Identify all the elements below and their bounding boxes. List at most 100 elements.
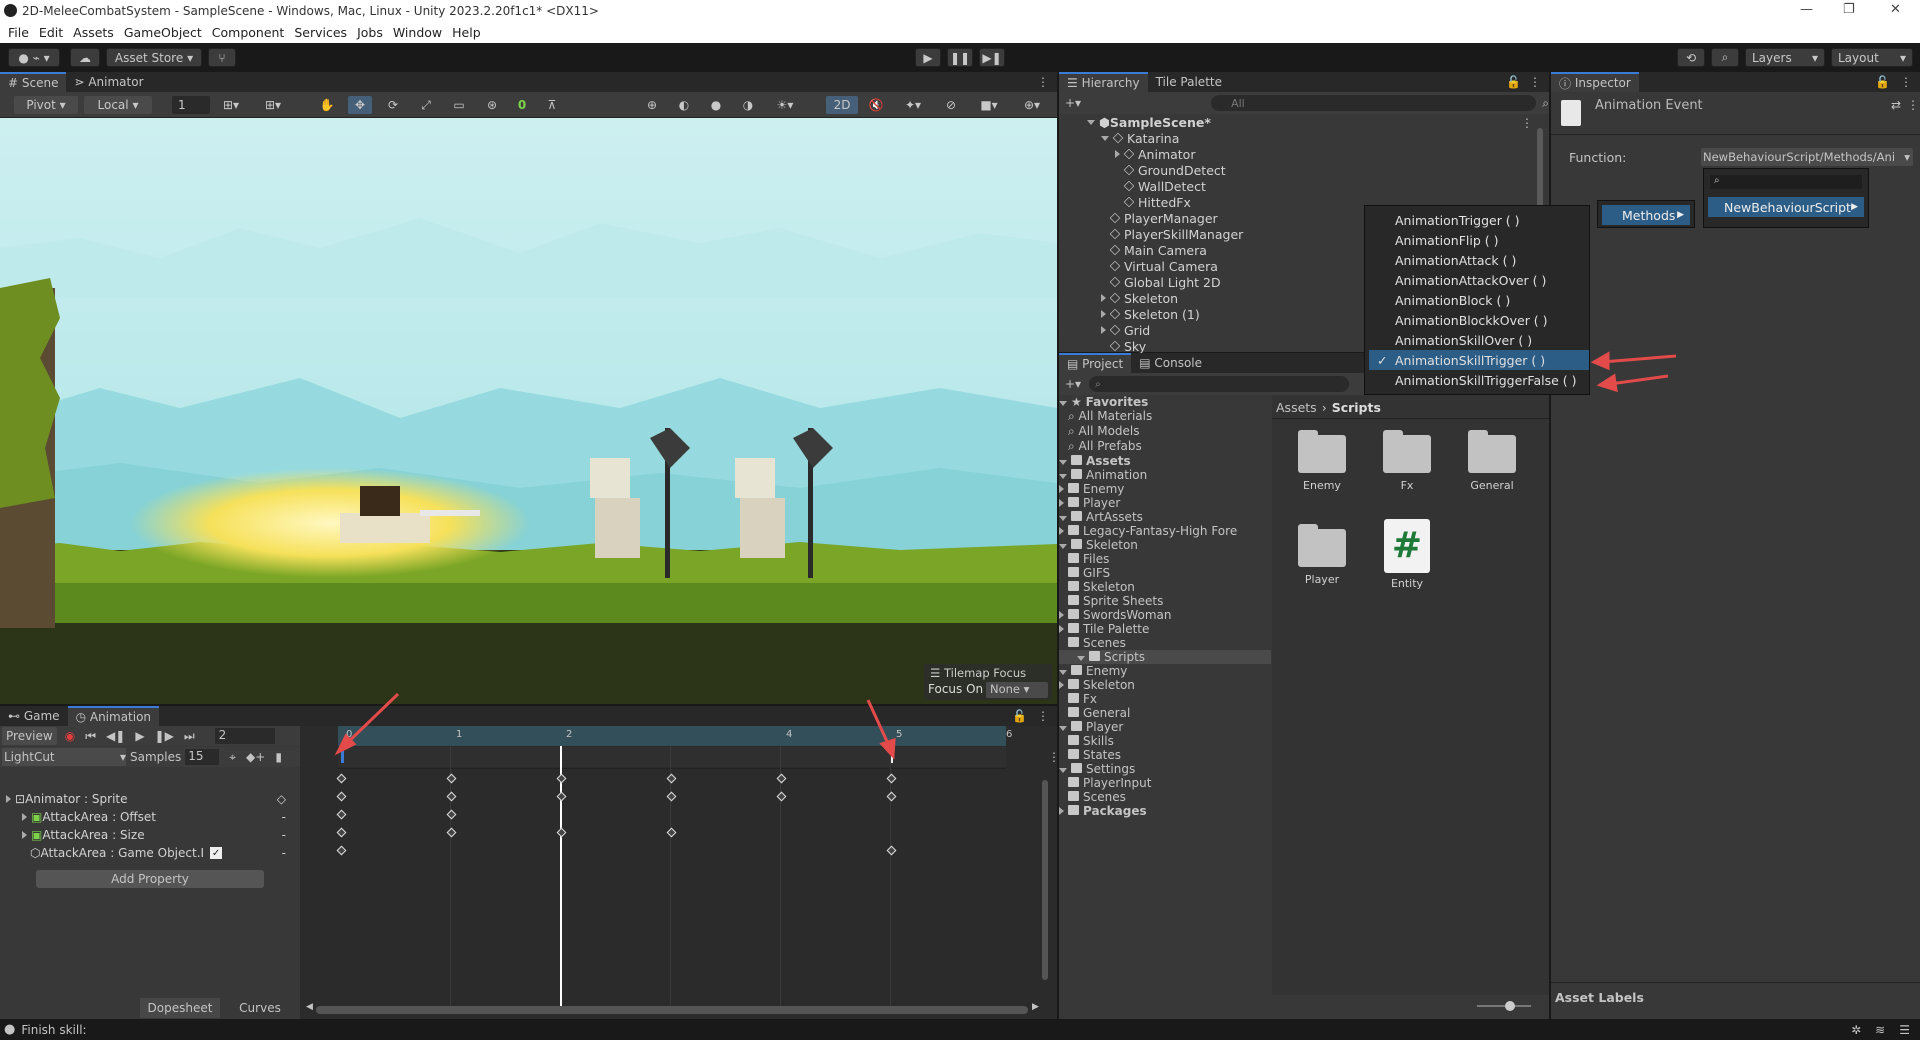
wireframe-mode-icon[interactable]: ◑ — [736, 96, 760, 114]
expand-icon[interactable] — [1059, 460, 1067, 465]
breadcrumb-assets[interactable]: Assets — [1276, 400, 1317, 415]
layout-dropdown[interactable]: Layout ▾ — [1831, 48, 1913, 67]
dash-icon[interactable]: - — [282, 810, 286, 824]
checkbox[interactable]: ✓ — [210, 847, 223, 859]
pivot-dropdown[interactable]: Pivot ▾ — [14, 96, 78, 114]
hierarchy-item[interactable]: Skeleton (1) — [1101, 306, 1200, 322]
project-tree-item[interactable]: Enemy — [1059, 664, 1271, 678]
project-tree-item[interactable]: Legacy-Fantasy-High Fore — [1059, 524, 1271, 538]
animation-event-marker[interactable] — [341, 751, 344, 763]
timeline[interactable]: 0 1 2 3 4 5 6 — [302, 726, 1048, 1019]
keyframe[interactable] — [886, 845, 897, 856]
last-keyframe-icon[interactable]: ⏭ — [184, 729, 195, 744]
frame-input[interactable]: 2 — [214, 728, 275, 744]
camera-icon[interactable]: ■▾ — [972, 96, 1006, 114]
minimize-icon[interactable]: — — [1800, 2, 1813, 17]
layers-dropdown[interactable]: Layers ▾ — [1745, 48, 1825, 67]
asset-folder-fx[interactable]: Fx — [1372, 430, 1442, 492]
lock-icon[interactable]: 🔓 — [1012, 709, 1027, 723]
expand-icon[interactable] — [1059, 401, 1067, 406]
expand-icon[interactable] — [1087, 119, 1095, 125]
expand-icon[interactable] — [1059, 625, 1064, 633]
add-key-icon[interactable]: ◆+ — [246, 750, 265, 764]
keyframe[interactable] — [556, 791, 567, 802]
menu-item-method[interactable]: AnimationBlock ( ) — [1369, 290, 1589, 310]
cloud-button[interactable]: ☁ — [70, 48, 100, 67]
project-tree-item[interactable]: ArtAssets — [1059, 510, 1271, 524]
rotate-tool-icon[interactable]: ⟳ — [381, 96, 405, 114]
expand-icon[interactable] — [1059, 474, 1067, 479]
project-tree-item[interactable]: SwordsWoman — [1059, 608, 1271, 622]
keyframe[interactable] — [666, 827, 677, 838]
project-tree-item[interactable]: ⌕ All Prefabs — [1059, 439, 1271, 454]
draw-mode-icon[interactable]: ◐ — [672, 96, 696, 114]
hierarchy-item[interactable]: PlayerSkillManager — [1101, 226, 1243, 242]
icon-size-slider-thumb[interactable] — [1505, 1001, 1515, 1011]
hierarchy-item[interactable]: Main Camera — [1101, 242, 1207, 258]
project-tree-item[interactable]: Fx — [1059, 692, 1271, 706]
keyframe[interactable] — [556, 773, 567, 784]
vertical-scrollbar[interactable] — [1042, 780, 1048, 980]
hand-tool-icon[interactable]: ✋ — [315, 96, 339, 114]
hierarchy-item[interactable]: ⬢ SampleScene* — [1087, 114, 1211, 130]
tab-animator[interactable]: ⋗ Animator — [66, 72, 151, 92]
local-dropdown[interactable]: Local ▾ — [84, 96, 152, 114]
project-search-input[interactable]: ⌕ — [1089, 376, 1350, 392]
asset-folder-general[interactable]: General — [1457, 430, 1527, 492]
dash-icon[interactable]: - — [282, 828, 286, 842]
project-tree-item[interactable]: Enemy — [1059, 482, 1271, 496]
version-control-button[interactable]: ⑂ — [208, 48, 236, 67]
expand-icon[interactable] — [1101, 326, 1106, 334]
menu-gameobject[interactable]: GameObject — [124, 25, 202, 40]
hierarchy-search-input[interactable]: All — [1211, 95, 1537, 111]
keyframe[interactable] — [336, 827, 347, 838]
expand-icon[interactable] — [1059, 611, 1064, 619]
asset-store-button[interactable]: Asset Store ▾ — [106, 48, 202, 67]
more-options-icon[interactable]: ⋮ — [1907, 98, 1919, 112]
add-event-icon[interactable]: ▮ — [275, 750, 282, 764]
timeline-ruler[interactable]: 0 1 2 3 4 5 6 — [338, 726, 1012, 746]
restore-icon[interactable]: ❐ — [1843, 2, 1855, 17]
menu-item-methods[interactable]: Methods ▶ — [1602, 205, 1690, 225]
menu-item-method[interactable]: AnimationSkillOver ( ) — [1369, 330, 1589, 350]
expand-icon[interactable] — [1059, 544, 1067, 549]
custom-tool-icon[interactable]: ⊼ — [540, 96, 564, 114]
samples-input[interactable]: 15 — [185, 749, 220, 765]
project-tree-item[interactable]: Sprite Sheets — [1059, 594, 1271, 608]
lock-icon[interactable]: 🔓 — [1875, 75, 1890, 89]
more-options-icon[interactable]: ⋮ — [1037, 75, 1049, 89]
hierarchy-item[interactable]: PlayerManager — [1101, 210, 1218, 226]
expand-icon[interactable] — [1059, 807, 1064, 815]
menu-window[interactable]: Window — [393, 25, 442, 40]
project-tree-item[interactable]: Packages — [1059, 804, 1271, 818]
hierarchy-item[interactable]: Skeleton — [1101, 290, 1178, 306]
keyframe[interactable] — [886, 773, 897, 784]
add-icon[interactable]: +▾ — [1065, 377, 1081, 391]
step-button[interactable]: ▶❚ — [979, 48, 1005, 67]
hierarchy-item[interactable]: GroundDetect — [1115, 162, 1226, 178]
project-tree-item[interactable]: ⌕ All Models — [1059, 424, 1271, 439]
project-tree-item[interactable]: PlayerInput — [1059, 776, 1271, 790]
menu-item-method[interactable]: AnimationAttackOver ( ) — [1369, 270, 1589, 290]
expand-icon[interactable] — [1059, 499, 1064, 507]
first-keyframe-icon[interactable]: ⏮ — [85, 729, 96, 744]
clip-dropdown[interactable]: LightCut ▾ — [2, 748, 126, 766]
prev-keyframe-icon[interactable]: ◀❚ — [106, 729, 125, 743]
hierarchy-item[interactable]: Grid — [1101, 322, 1150, 338]
tab-project[interactable]: ▤ Project — [1059, 353, 1132, 373]
search-options-icon[interactable]: ⌕ — [1542, 96, 1549, 111]
asset-script-entity[interactable]: # Entity — [1372, 519, 1442, 590]
grid-step-input[interactable]: 1 — [172, 96, 210, 114]
project-tree-item[interactable]: ⌕ All Materials — [1059, 409, 1271, 424]
scene-viewport[interactable]: ☰ Tilemap Focus Focus On None ▾ — [0, 118, 1057, 704]
stack-icon[interactable]: ≋ — [1875, 1023, 1885, 1037]
account-button[interactable]: ● ⌁ ▾ — [8, 48, 60, 67]
expand-icon[interactable] — [1059, 726, 1067, 731]
pause-button[interactable]: ❚❚ — [947, 48, 973, 67]
project-tree-item[interactable]: Player — [1059, 496, 1271, 510]
asset-folder-player[interactable]: Player — [1287, 524, 1357, 586]
property-row[interactable]: ⬡ AttackArea : Game Object.I ✓ - — [0, 844, 300, 862]
project-tree-item[interactable]: States — [1059, 748, 1271, 762]
playhead[interactable] — [560, 746, 562, 1006]
project-tree-item[interactable]: Animation — [1059, 468, 1271, 482]
